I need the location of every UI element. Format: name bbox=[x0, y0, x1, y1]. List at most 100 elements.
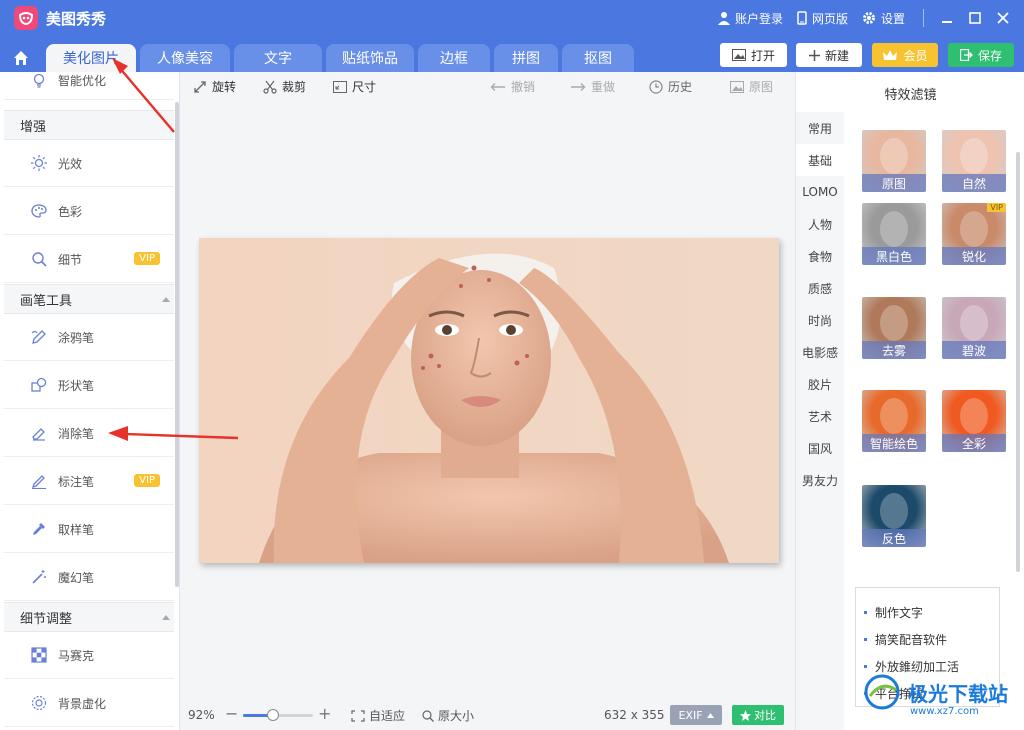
filter-category-fashion[interactable]: 时尚 bbox=[796, 304, 844, 336]
new-button[interactable]: 新建 bbox=[796, 43, 862, 67]
title-divider bbox=[923, 9, 924, 27]
zoom-in-button[interactable]: + bbox=[318, 704, 331, 723]
maximize-icon bbox=[969, 12, 981, 24]
size-button[interactable]: 尺寸 bbox=[333, 78, 376, 95]
sidebar-item-eyedropper[interactable]: 取样笔 bbox=[4, 506, 174, 553]
account-login-button[interactable]: 账户登录 bbox=[717, 10, 783, 27]
maximize-button[interactable] bbox=[962, 5, 988, 31]
save-button[interactable]: 保存 bbox=[948, 43, 1014, 67]
filter-category-film[interactable]: 胶片 bbox=[796, 368, 844, 400]
rotate-button[interactable]: 旋转 bbox=[193, 78, 236, 95]
sidebar-item-color[interactable]: 色彩 bbox=[4, 188, 174, 235]
vip-label: 会员 bbox=[903, 48, 928, 63]
redo-arrow-icon bbox=[571, 82, 586, 91]
sidebar-item-shape-pen[interactable]: 形状笔 bbox=[4, 362, 174, 409]
filter-category-people[interactable]: 人物 bbox=[796, 208, 844, 240]
filter-category-texture[interactable]: 质感 bbox=[796, 272, 844, 304]
web-version-label: 网页版 bbox=[811, 11, 848, 26]
watermark-logo-icon bbox=[864, 674, 900, 710]
actual-size-button[interactable]: 原大小 bbox=[422, 707, 474, 724]
vip-button[interactable]: 会员 bbox=[872, 43, 938, 67]
title-bar-controls: 账户登录 网页版 设置 bbox=[717, 0, 1024, 36]
filter-thumbnail[interactable]: 原图 bbox=[862, 130, 926, 192]
filter-thumbnail[interactable]: 反色 bbox=[862, 485, 926, 547]
gear-icon bbox=[862, 12, 875, 24]
zoom-out-button[interactable]: − bbox=[225, 704, 238, 723]
filter-thumbnail-label: 自然 bbox=[942, 174, 1006, 192]
filter-category-food[interactable]: 食物 bbox=[796, 240, 844, 272]
section-title: 画笔工具 bbox=[20, 293, 73, 309]
sidebar-item-detail[interactable]: 细节 VIP bbox=[4, 236, 174, 283]
settings-button[interactable]: 设置 bbox=[862, 10, 905, 27]
plus-icon bbox=[808, 49, 820, 61]
collapse-caret-icon bbox=[162, 615, 170, 620]
mosaic-icon bbox=[30, 646, 48, 664]
filter-category-list: 常用 基础 LOMO 人物 食物 质感 时尚 电影感 胶片 艺术 国风 男友力 bbox=[796, 112, 844, 730]
bullet bbox=[864, 611, 867, 614]
tab-label: 拼图 bbox=[512, 51, 540, 67]
filter-category-boyfriend[interactable]: 男友力 bbox=[796, 464, 844, 496]
sidebar-item-label: 消除笔 bbox=[58, 426, 95, 441]
zoom-slider-handle[interactable] bbox=[267, 709, 280, 721]
tab-frames[interactable]: 边框 bbox=[418, 44, 490, 72]
filter-category-basic[interactable]: 基础 bbox=[796, 144, 844, 176]
tab-cutout[interactable]: 抠图 bbox=[562, 44, 634, 72]
sidebar-item-light-effect[interactable]: 光效 bbox=[4, 140, 174, 187]
compare-star-icon bbox=[740, 709, 751, 721]
crop-button[interactable]: 裁剪 bbox=[263, 78, 306, 95]
ad-link[interactable]: 搞笑配音软件 bbox=[864, 631, 947, 648]
sidebar-item-mosaic[interactable]: 马赛克 bbox=[4, 632, 174, 679]
filter-thumbnail[interactable]: 全彩 bbox=[942, 390, 1006, 452]
sidebar-item-annotation-pen[interactable]: 标注笔 VIP bbox=[4, 458, 174, 505]
open-button[interactable]: 打开 bbox=[720, 43, 787, 67]
close-button[interactable] bbox=[990, 5, 1016, 31]
category-label: 时尚 bbox=[807, 313, 832, 328]
filter-preview-face bbox=[960, 398, 988, 434]
section-header-brush-tools[interactable]: 画笔工具 bbox=[4, 284, 174, 314]
web-version-button[interactable]: 网页版 bbox=[797, 10, 848, 27]
filter-thumbnail[interactable]: 黑白色 bbox=[862, 203, 926, 265]
filter-thumbnail[interactable]: 自然 bbox=[942, 130, 1006, 192]
image-dimensions: 632 x 355 bbox=[604, 708, 665, 722]
sidebar-item-magic-pen[interactable]: 魔幻笔 bbox=[4, 554, 174, 601]
tab-text[interactable]: 文字 bbox=[234, 44, 322, 72]
filters-scrollbar[interactable] bbox=[1016, 152, 1020, 572]
category-label: 国风 bbox=[807, 441, 832, 456]
filter-category-common[interactable]: 常用 bbox=[796, 112, 844, 144]
edited-photo[interactable] bbox=[199, 238, 779, 563]
editing-canvas[interactable] bbox=[181, 102, 794, 700]
sidebar-item-doodle-pen[interactable]: 涂鸦笔 bbox=[4, 314, 174, 361]
minimize-button[interactable] bbox=[934, 5, 960, 31]
filter-preview-face bbox=[960, 138, 988, 174]
section-header-detail-adjust[interactable]: 细节调整 bbox=[4, 602, 174, 632]
tab-stickers[interactable]: 贴纸饰品 bbox=[326, 44, 414, 72]
filter-thumbnail-label: 原图 bbox=[862, 174, 926, 192]
exif-button[interactable]: EXIF bbox=[670, 705, 722, 725]
sidebar-item-label: 光效 bbox=[58, 156, 83, 171]
history-button[interactable]: 历史 bbox=[649, 78, 692, 95]
undo-button[interactable]: 撤销 bbox=[490, 78, 535, 95]
sidebar-item-background-blur[interactable]: 背景虚化 bbox=[4, 680, 174, 727]
history-label: 历史 bbox=[668, 80, 693, 94]
filter-thumbnail[interactable]: 去雾 bbox=[862, 297, 926, 359]
fit-to-window-button[interactable]: 自适应 bbox=[351, 707, 405, 724]
filter-thumbnail-label: 锐化 bbox=[942, 247, 1006, 265]
ad-link[interactable]: 制作文字 bbox=[864, 604, 923, 621]
filter-category-art[interactable]: 艺术 bbox=[796, 400, 844, 432]
filter-thumbnail[interactable]: 碧波 bbox=[942, 297, 1006, 359]
sidebar-scrollbar[interactable] bbox=[175, 102, 179, 587]
sidebar-item-label: 魔幻笔 bbox=[58, 570, 95, 585]
filter-thumbnail-label: 黑白色 bbox=[862, 247, 926, 265]
original-button[interactable]: 原图 bbox=[730, 78, 773, 95]
filter-category-cinematic[interactable]: 电影感 bbox=[796, 336, 844, 368]
filter-category-lomo[interactable]: LOMO bbox=[796, 176, 844, 208]
filter-category-guofeng[interactable]: 国风 bbox=[796, 432, 844, 464]
filter-preview-face bbox=[960, 211, 988, 247]
redo-button[interactable]: 重做 bbox=[570, 78, 615, 95]
watermark-url: www.xz7.com bbox=[910, 706, 979, 717]
filter-thumbnail[interactable]: 锐化 VIP bbox=[942, 203, 1006, 265]
compare-button[interactable]: 对比 bbox=[732, 705, 784, 725]
tab-collage[interactable]: 拼图 bbox=[494, 44, 558, 72]
rotate-label: 旋转 bbox=[212, 80, 237, 94]
filter-thumbnail[interactable]: 智能绘色 bbox=[862, 390, 926, 452]
